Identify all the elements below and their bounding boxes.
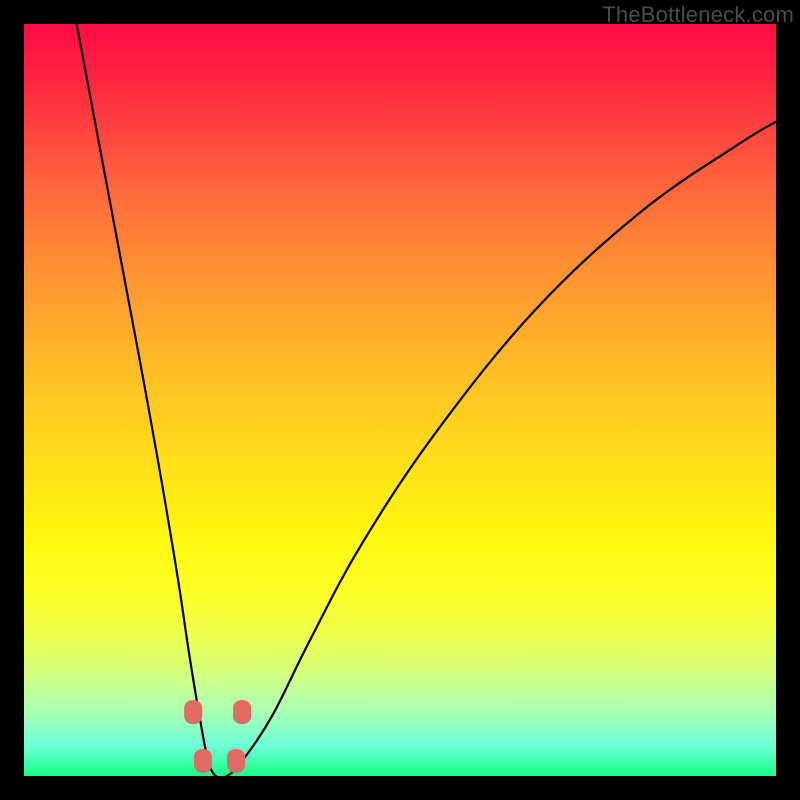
curve-markers	[184, 700, 251, 773]
chart-area	[24, 24, 776, 776]
curve-marker	[184, 700, 202, 724]
bottleneck-curve-svg	[24, 24, 776, 776]
watermark-text: TheBottleneck.com	[602, 2, 794, 28]
bottleneck-curve-path	[77, 24, 776, 778]
curve-marker	[227, 749, 245, 773]
curve-marker	[194, 749, 212, 773]
curve-marker	[233, 700, 251, 724]
